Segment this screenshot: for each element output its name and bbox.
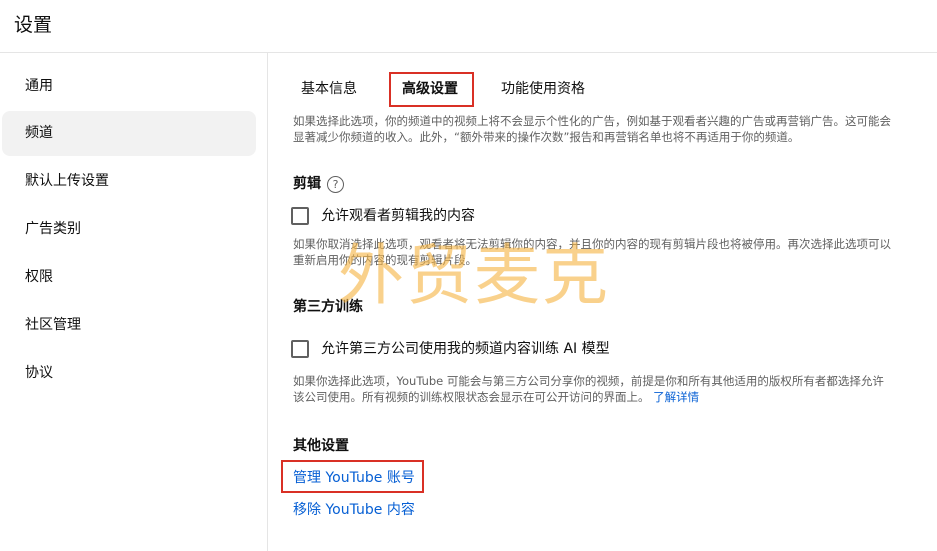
settings-tabs: 基本信息 高级设置 功能使用资格 — [269, 53, 937, 115]
clip-checkbox-label[interactable]: 允许观看者剪辑我的内容 — [321, 205, 475, 227]
sidebar-item-community[interactable]: 社区管理 — [2, 303, 256, 348]
sidebar-item-upload-defaults[interactable]: 默认上传设置 — [2, 159, 256, 204]
sidebar-item-channel[interactable]: 频道 — [2, 111, 256, 156]
sidebar-item-permissions[interactable]: 权限 — [2, 255, 256, 300]
third-party-checkbox[interactable] — [291, 340, 309, 358]
third-party-checkbox-label[interactable]: 允许第三方公司使用我的频道内容训练 AI 模型 — [321, 338, 610, 360]
page-header: 设置 — [0, 0, 937, 53]
third-party-description-text: 如果你选择此选项，YouTube 可能会与第三方公司分享你的视频，前提是你和所有… — [293, 374, 884, 404]
clip-checkbox[interactable] — [291, 207, 309, 225]
clip-description: 如果你取消选择此选项，观看者将无法剪辑你的内容，并且你的内容的现有剪辑片段也将被… — [293, 237, 891, 267]
sidebar: 通用 频道 默认上传设置 广告类别 权限 社区管理 协议 — [0, 53, 268, 551]
sidebar-item-general[interactable]: 通用 — [2, 64, 256, 109]
tab-feature-eligibility[interactable]: 功能使用资格 — [501, 71, 585, 107]
remove-youtube-content-link[interactable]: 移除 YouTube 内容 — [293, 499, 415, 519]
page-title: 设置 — [14, 14, 53, 36]
learn-more-link[interactable]: 了解详情 — [653, 390, 699, 404]
tab-highlight-box — [389, 72, 474, 107]
sidebar-item-agreements[interactable]: 协议 — [2, 351, 256, 396]
clip-title-text: 剪辑 — [293, 176, 321, 192]
third-party-section-title: 第三方训练 — [293, 299, 363, 315]
help-icon[interactable]: ? — [327, 175, 344, 193]
third-party-description: 如果你选择此选项，YouTube 可能会与第三方公司分享你的视频，前提是你和所有… — [293, 373, 893, 405]
tab-basic-info[interactable]: 基本信息 — [301, 71, 357, 107]
clip-section-title: 剪辑? — [293, 173, 344, 193]
other-settings-title: 其他设置 — [293, 438, 349, 454]
monetization-description: 如果选择此选项，你的频道中的视频上将不会显示个性化的广告，例如基于观看者兴趣的广… — [293, 115, 891, 144]
link-highlight-box — [281, 460, 424, 493]
sidebar-item-ad-categories[interactable]: 广告类别 — [2, 207, 256, 252]
